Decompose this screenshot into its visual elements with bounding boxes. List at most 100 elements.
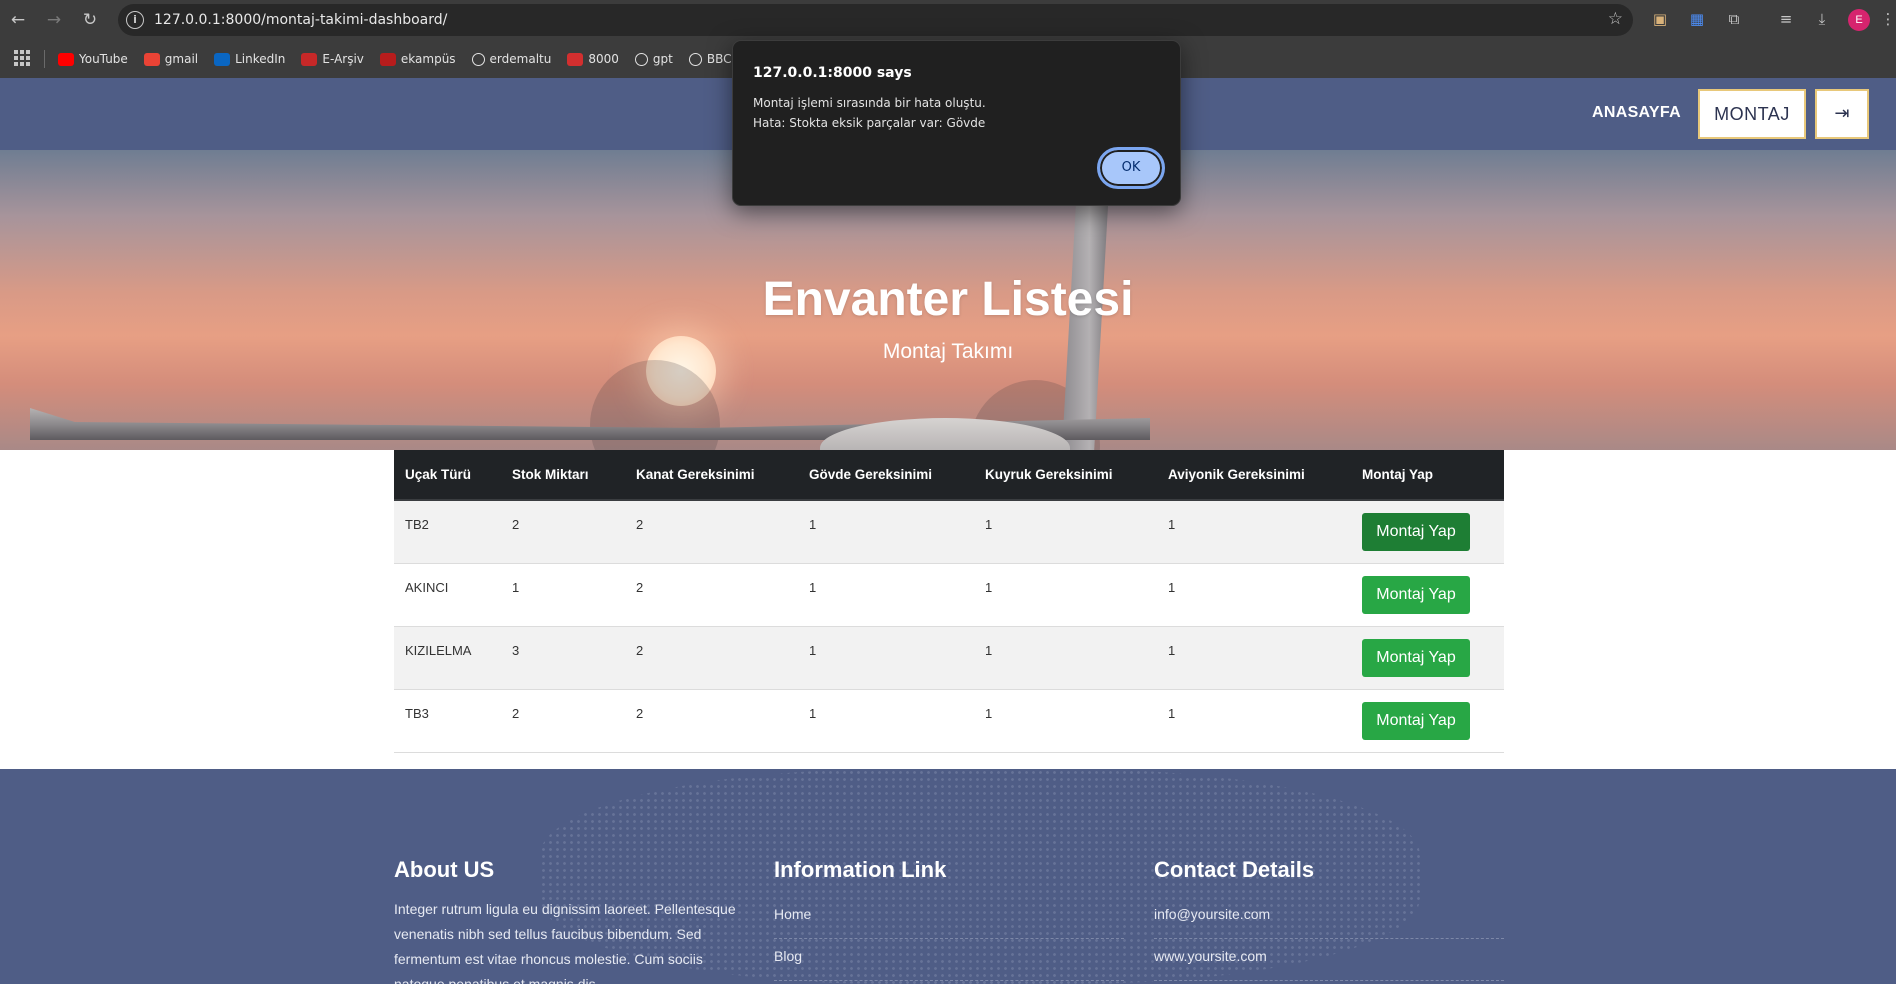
nav-montaj-button[interactable]: MONTAJ <box>1698 89 1806 139</box>
footer-contact-website[interactable]: www.yoursite.com <box>1154 939 1504 981</box>
tail-req-cell: 1 <box>974 563 1157 627</box>
apps-grid-icon[interactable] <box>14 50 30 66</box>
url-text[interactable]: 127.0.0.1:8000/montaj-takimi-dashboard/ <box>154 12 447 28</box>
body-req-cell: 1 <box>798 500 974 564</box>
body-req-cell: 1 <box>798 563 974 627</box>
montaj-yap-button[interactable]: Montaj Yap <box>1362 575 1470 614</box>
dialog-message-line: Montaj işlemi sırasında bir hata oluştu. <box>753 96 986 110</box>
montaj-yap-button[interactable]: Montaj Yap <box>1362 701 1470 740</box>
extensions-puzzle-icon[interactable]: ⧉ <box>1724 9 1744 29</box>
reload-icon[interactable]: ↻ <box>78 8 102 32</box>
footer-link-home[interactable]: Home <box>774 897 1124 939</box>
table-row: TB3 2 2 1 1 1 Montaj Yap <box>394 689 1504 753</box>
action-cell: Montaj Yap <box>1351 500 1504 564</box>
footer-about-text: Integer rutrum ligula eu dignissim laore… <box>394 901 736 984</box>
stock-cell: 2 <box>501 500 625 564</box>
forward-arrow-icon[interactable]: → <box>42 8 66 32</box>
wing-req-cell: 2 <box>625 689 798 753</box>
plane-tail-image <box>1062 206 1108 450</box>
linkedin-icon <box>214 52 231 66</box>
address-bar[interactable]: i 127.0.0.1:8000/montaj-takimi-dashboard… <box>118 4 1633 36</box>
footer-contact-email[interactable]: info@yoursite.com <box>1154 897 1504 939</box>
tail-req-cell: 1 <box>974 626 1157 690</box>
dialog-ok-button[interactable]: OK <box>1097 147 1165 189</box>
bookmark-star-icon[interactable]: ☆ <box>1608 9 1623 29</box>
bookmark-item[interactable]: gmail <box>143 52 199 66</box>
github-icon <box>471 52 485 66</box>
aircraft-type-cell: TB3 <box>394 689 501 753</box>
table-header-row: Uçak Türü Stok Miktarı Kanat Gereksinimi… <box>394 450 1504 501</box>
bookmark-item[interactable]: erdemaltu <box>471 52 552 66</box>
extension-icon[interactable]: ▣ <box>1650 9 1670 29</box>
page-title: Envanter Listesi <box>762 273 1134 326</box>
youtube-icon <box>58 52 74 66</box>
browser-menu-icon[interactable]: ⋮ <box>1878 9 1896 29</box>
reading-list-icon[interactable]: ≡ <box>1776 9 1796 29</box>
wing-req-cell: 2 <box>625 626 798 690</box>
aircraft-type-cell: AKINCI <box>394 563 501 627</box>
table-row: AKINCI 1 2 1 1 1 Montaj Yap <box>394 563 1504 627</box>
back-arrow-icon[interactable]: ← <box>6 8 30 32</box>
logout-icon[interactable]: ⇥ <box>1815 89 1869 139</box>
tail-req-cell: 1 <box>974 689 1157 753</box>
column-header: Kuyruk Gereksinimi <box>974 450 1157 501</box>
avionics-req-cell: 1 <box>1157 500 1351 564</box>
action-cell: Montaj Yap <box>1351 563 1504 627</box>
table-row: TB2 2 2 1 1 1 Montaj Yap <box>394 500 1504 564</box>
footer-link-blog[interactable]: Blog <box>774 939 1124 981</box>
bookmark-label: BBC <box>706 52 732 66</box>
bookmark-item[interactable]: 8000 <box>567 52 619 66</box>
translate-icon[interactable]: ▦ <box>1687 9 1707 29</box>
ekampus-icon <box>379 52 396 66</box>
bookmark-label: 8000 <box>588 52 619 66</box>
column-header: Montaj Yap <box>1351 450 1504 501</box>
bbc-icon <box>688 52 702 66</box>
montaj-yap-button[interactable]: Montaj Yap <box>1362 513 1470 551</box>
bookmarks-separator <box>44 50 45 68</box>
wing-req-cell: 2 <box>625 563 798 627</box>
bookmark-item[interactable]: E-Arşiv <box>301 52 364 66</box>
bookmark-label: E-Arşiv <box>322 52 364 66</box>
openai-icon <box>634 52 648 66</box>
table-row: KIZILELMA 3 2 1 1 1 Montaj Yap <box>394 626 1504 690</box>
aircraft-type-cell: TB2 <box>394 500 501 564</box>
site-info-icon[interactable]: i <box>126 11 144 29</box>
nav-home-link[interactable]: ANASAYFA <box>1592 104 1681 122</box>
profile-avatar[interactable]: E <box>1848 9 1870 31</box>
aircraft-type-cell: KIZILELMA <box>394 626 501 690</box>
stock-cell: 3 <box>501 626 625 690</box>
bookmark-item[interactable]: gpt <box>634 52 673 66</box>
column-header: Stok Miktarı <box>501 450 625 501</box>
bookmark-item[interactable]: BBC <box>688 52 732 66</box>
bookmark-item[interactable]: ekampüs <box>379 52 456 66</box>
bookmark-item[interactable]: LinkedIn <box>214 52 285 66</box>
bookmark-label: erdemaltu <box>489 52 552 66</box>
column-header: Uçak Türü <box>394 450 501 501</box>
stock-cell: 1 <box>501 563 625 627</box>
body-req-cell: 1 <box>798 626 974 690</box>
action-cell: Montaj Yap <box>1351 689 1504 753</box>
footer-contact-title: Contact Details <box>1154 857 1315 882</box>
bookmark-label: gpt <box>652 52 673 66</box>
footer-contact: Contact Details info@yoursite.com www.yo… <box>1154 857 1504 981</box>
inventory-table: Uçak Türü Stok Miktarı Kanat Gereksinimi… <box>394 450 1504 753</box>
column-header: Kanat Gereksinimi <box>625 450 798 501</box>
django-icon <box>567 52 584 66</box>
avionics-req-cell: 1 <box>1157 689 1351 753</box>
gmail-icon <box>143 52 160 66</box>
bookmark-item[interactable]: YouTube <box>58 52 128 66</box>
body-req-cell: 1 <box>798 689 974 753</box>
alert-dialog: 127.0.0.1:8000 says Montaj işlemi sırası… <box>732 40 1181 206</box>
action-cell: Montaj Yap <box>1351 626 1504 690</box>
download-icon[interactable]: ⤓ <box>1812 9 1832 29</box>
bookmark-label: gmail <box>164 52 199 66</box>
bookmarks-list: YouTube gmail LinkedIn E-Arşiv ekampüs erdema… <box>58 40 731 78</box>
footer-links-title: Information Link <box>774 857 947 882</box>
bookmark-label: ekampüs <box>400 52 456 66</box>
dialog-title: 127.0.0.1:8000 says <box>753 65 912 81</box>
stock-cell: 2 <box>501 689 625 753</box>
site-footer: About US Integer rutrum ligula eu dignis… <box>0 769 1896 984</box>
tail-req-cell: 1 <box>974 500 1157 564</box>
browser-toolbar: ← → ↻ i 127.0.0.1:8000/montaj-takimi-das… <box>0 0 1896 40</box>
montaj-yap-button[interactable]: Montaj Yap <box>1362 638 1470 677</box>
